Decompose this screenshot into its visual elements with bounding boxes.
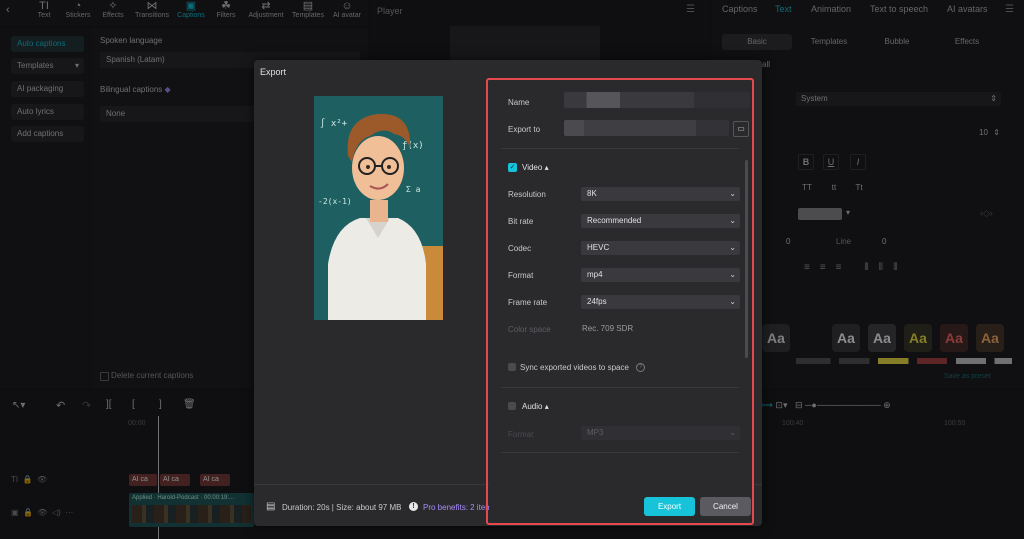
info-icon: ! <box>409 502 418 511</box>
export-summary: Duration: 20s | Size: about 97 MB <box>282 503 402 512</box>
avatar-illustration: ∫ x²+ ƒ(x) -2(x-1) Σ a <box>314 96 443 320</box>
film-icon: ▤ <box>266 501 276 512</box>
highlight-box <box>486 78 754 525</box>
svg-text:∫ x²+: ∫ x²+ <box>320 118 348 129</box>
svg-text:ƒ(x): ƒ(x) <box>402 141 424 151</box>
export-preview-thumbnail: ∫ x²+ ƒ(x) -2(x-1) Σ a <box>314 96 443 320</box>
pro-benefits-link[interactable]: Pro benefits: 2 item <box>423 503 492 512</box>
dialog-title: Export <box>260 67 287 77</box>
svg-text:Σ a: Σ a <box>406 185 421 194</box>
svg-text:-2(x-1): -2(x-1) <box>318 197 352 206</box>
